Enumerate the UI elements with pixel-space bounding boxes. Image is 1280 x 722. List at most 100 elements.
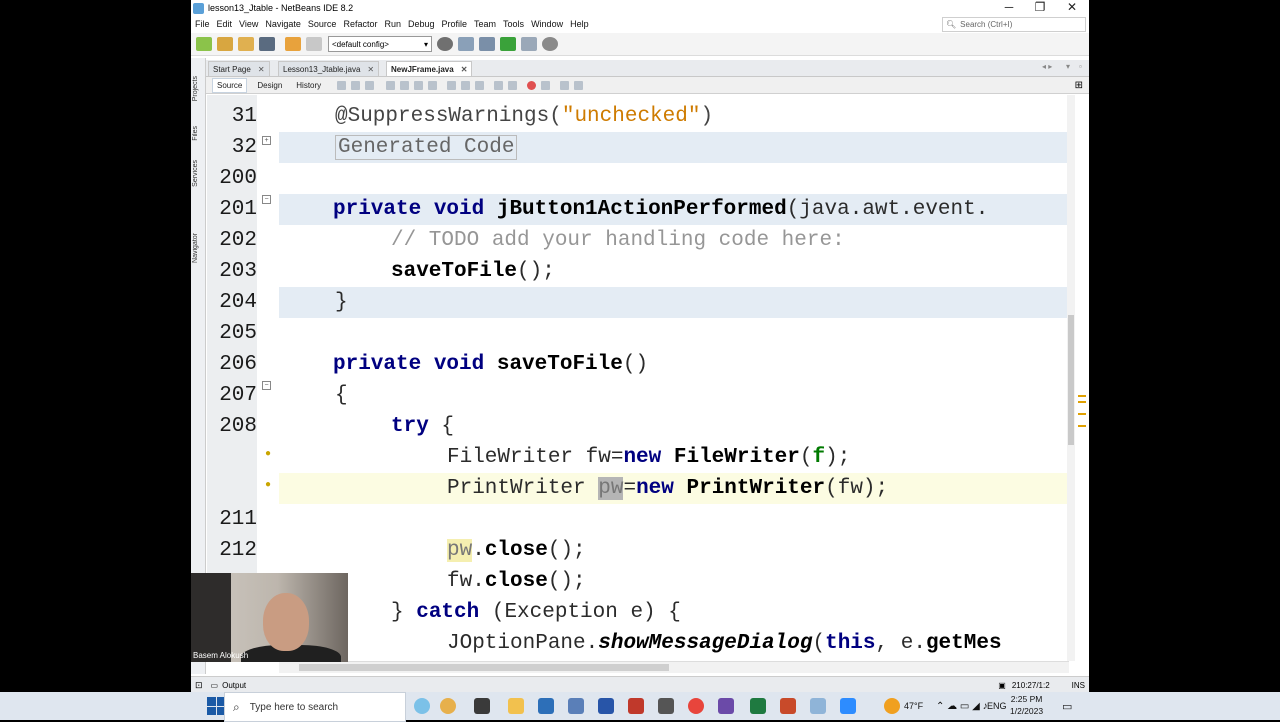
hint-bulb-icon[interactable]: ●	[265, 479, 271, 490]
warning-mark[interactable]	[1078, 395, 1086, 397]
notification-icon[interactable]: ▭	[1062, 692, 1072, 720]
menu-help[interactable]: Help	[570, 19, 589, 29]
scroll-tabs-left-icon[interactable]: ◂ ▸	[1042, 62, 1052, 71]
run-icon[interactable]	[500, 37, 516, 51]
menu-debug[interactable]: Debug	[408, 19, 435, 29]
edge-icon[interactable]	[538, 698, 554, 714]
menu-source[interactable]: Source	[308, 19, 337, 29]
app-icon[interactable]	[658, 698, 674, 714]
clean-build-icon[interactable]	[479, 37, 495, 51]
undo-icon[interactable]	[285, 37, 301, 51]
generated-code-fold[interactable]: Generated Code	[335, 135, 518, 160]
windows-start-icon[interactable]	[207, 697, 225, 715]
restore-button[interactable]: ❐	[1025, 0, 1055, 15]
app-icon[interactable]	[598, 698, 614, 714]
find-icon[interactable]	[386, 80, 396, 90]
close-icon[interactable]: ✕	[367, 65, 374, 74]
redo-icon[interactable]	[306, 37, 322, 51]
restore-window-icon[interactable]: ⊡	[195, 680, 203, 691]
warning-mark[interactable]	[1078, 413, 1086, 415]
tab-design[interactable]: Design	[253, 79, 286, 92]
menu-view[interactable]: View	[239, 19, 258, 29]
close-icon[interactable]: ✕	[461, 65, 468, 74]
comment-icon[interactable]	[560, 80, 570, 90]
menu-navigate[interactable]: Navigate	[265, 19, 301, 29]
save-all-icon[interactable]	[259, 37, 275, 51]
navigator-panel-tab[interactable]: Navigator	[192, 233, 199, 263]
code-text[interactable]: Generated Code	[335, 132, 518, 163]
tab-lesson13-jtable[interactable]: Lesson13_Jtable.java ✕	[278, 61, 380, 76]
next-bookmark-icon[interactable]	[461, 80, 471, 90]
snipping-tool-icon[interactable]	[568, 698, 584, 714]
find-previous-icon[interactable]	[400, 80, 410, 90]
excel-icon[interactable]	[750, 698, 766, 714]
file-explorer-icon[interactable]	[508, 698, 524, 714]
tray-icons[interactable]: ⌃ ☁ ▭ ◢ ♪	[936, 692, 988, 720]
warning-mark[interactable]	[1078, 401, 1086, 403]
tab-start-page[interactable]: Start Page ✕	[208, 61, 270, 76]
error-stripe[interactable]	[1077, 95, 1087, 661]
start-macro-icon[interactable]	[527, 80, 537, 90]
menu-run[interactable]: Run	[384, 19, 401, 29]
menu-tools[interactable]: Tools	[503, 19, 524, 29]
open-project-icon[interactable]	[238, 37, 254, 51]
warning-mark[interactable]	[1078, 425, 1086, 427]
hint-bulb-icon[interactable]: ●	[265, 448, 271, 459]
menu-file[interactable]: File	[195, 19, 210, 29]
last-edit-icon[interactable]	[365, 80, 375, 90]
acrobat-icon[interactable]	[628, 698, 644, 714]
debug-icon[interactable]	[521, 37, 537, 51]
vertical-scrollbar[interactable]	[1067, 95, 1075, 661]
assistant-icon[interactable]	[440, 698, 456, 714]
back-icon[interactable]	[337, 80, 347, 90]
zoom-icon[interactable]	[840, 698, 856, 714]
tab-newjframe[interactable]: NewJFrame.java ✕	[386, 61, 473, 76]
target-icon[interactable]	[437, 37, 453, 51]
weather-icon[interactable]	[884, 698, 900, 714]
fold-collapse-icon[interactable]: −	[262, 381, 271, 390]
new-file-icon[interactable]	[196, 37, 212, 51]
powerpoint-icon[interactable]	[780, 698, 796, 714]
output-panel-label[interactable]: Output	[222, 681, 246, 690]
scrollbar-thumb[interactable]	[299, 664, 669, 671]
toggle-highlight-icon[interactable]	[428, 80, 438, 90]
maximize-icon[interactable]: ▫	[1079, 62, 1082, 71]
weather-temp[interactable]: 47°F	[904, 692, 923, 720]
config-select[interactable]: <default config> ▾	[328, 36, 432, 52]
tab-source[interactable]: Source	[212, 77, 248, 93]
language-indicator[interactable]: ENG	[987, 692, 1007, 720]
taskbar-search-input[interactable]: ⌕ Type here to search	[224, 692, 406, 722]
shift-right-icon[interactable]	[508, 80, 518, 90]
fold-collapse-icon[interactable]: −	[262, 195, 271, 204]
toggle-bookmark-icon[interactable]	[475, 80, 485, 90]
cortana-icon[interactable]	[414, 698, 430, 714]
minimize-button[interactable]: ─	[994, 0, 1024, 15]
previous-bookmark-icon[interactable]	[447, 80, 457, 90]
close-icon[interactable]: ✕	[258, 65, 265, 74]
split-editor-icon[interactable]: ⊞	[1075, 80, 1083, 91]
menu-profile[interactable]: Profile	[442, 19, 468, 29]
menu-team[interactable]: Team	[474, 19, 496, 29]
task-view-icon[interactable]	[474, 698, 490, 714]
scrollbar-thumb[interactable]	[1068, 315, 1074, 445]
close-button[interactable]: ✕	[1057, 0, 1087, 15]
tab-history[interactable]: History	[292, 79, 325, 92]
netbeans-taskbar-icon[interactable]	[810, 698, 826, 714]
horizontal-scrollbar[interactable]	[279, 661, 1069, 673]
clock[interactable]: 2:25 PM 1/2/2023	[1010, 693, 1043, 717]
chrome-icon[interactable]	[688, 698, 704, 714]
menu-refactor[interactable]: Refactor	[343, 19, 377, 29]
menu-window[interactable]: Window	[531, 19, 563, 29]
build-icon[interactable]	[458, 37, 474, 51]
new-project-icon[interactable]	[217, 37, 233, 51]
files-panel-tab[interactable]: Files	[192, 126, 199, 141]
uncomment-icon[interactable]	[574, 80, 584, 90]
shift-left-icon[interactable]	[494, 80, 504, 90]
profile-icon[interactable]	[542, 37, 558, 51]
quick-search-input[interactable]: 🔍︎ Search (Ctrl+I)	[942, 17, 1086, 32]
stop-macro-icon[interactable]	[541, 80, 551, 90]
projects-panel-tab[interactable]: Projects	[192, 76, 199, 101]
app-icon[interactable]	[718, 698, 734, 714]
forward-icon[interactable]	[351, 80, 361, 90]
menu-edit[interactable]: Edit	[217, 19, 233, 29]
